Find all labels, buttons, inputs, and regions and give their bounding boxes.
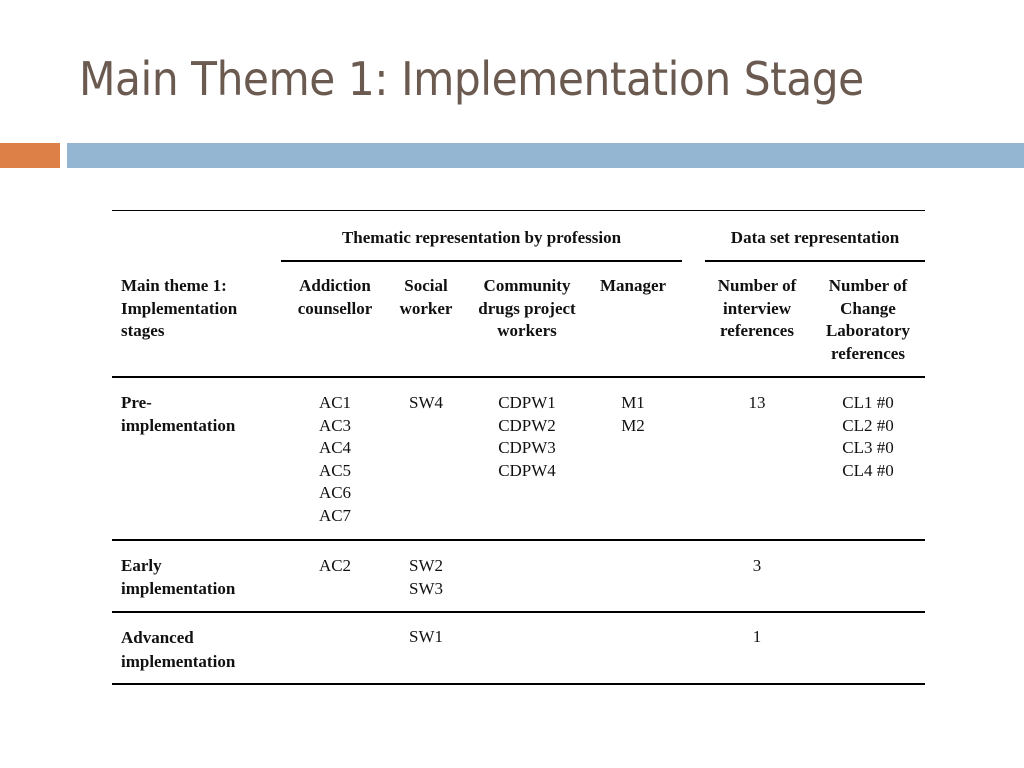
cell-social-worker: SW2 SW3 <box>409 556 443 598</box>
cell-social-worker: SW1 <box>409 627 443 646</box>
dataset-group-rule <box>705 260 925 262</box>
cell-interview-refs: 3 <box>752 556 762 575</box>
cell-manager: M1 M2 <box>621 393 645 435</box>
column-header-cdpw: Community drugs project workers <box>478 276 576 340</box>
row-stage-label: Early implementation <box>121 556 236 598</box>
group-header-thematic: Thematic representation by profession <box>341 228 622 247</box>
cell-cdpw: CDPW1 CDPW2 CDPW3 CDPW4 <box>498 393 556 480</box>
table-top-rule <box>112 210 925 211</box>
row-divider <box>112 611 925 613</box>
cell-interview-refs: 13 <box>748 393 766 412</box>
implementation-table: Thematic representation by profession Da… <box>0 0 1024 768</box>
row-divider <box>112 539 925 541</box>
row-stage-label: Advanced implementation <box>121 628 236 671</box>
row-stage-label: Pre- implementation <box>121 393 236 435</box>
thematic-group-rule <box>281 260 682 262</box>
table-bottom-rule <box>112 683 925 685</box>
cell-cl-refs: CL1 #0 CL2 #0 CL3 #0 CL4 #0 <box>842 393 894 480</box>
cell-addiction-counsellor: AC2 <box>318 556 352 575</box>
column-header-interview-refs: Number of interview references <box>717 276 797 340</box>
column-header-stage: Main theme 1: Implementation stages <box>121 276 238 340</box>
column-header-manager: Manager <box>599 276 667 295</box>
cell-social-worker: SW4 <box>409 393 443 412</box>
cell-addiction-counsellor: AC1 AC3 AC4 AC5 AC6 AC7 <box>318 393 352 525</box>
header-bottom-rule <box>112 376 925 378</box>
column-header-addiction-counsellor: Addiction counsellor <box>297 276 373 318</box>
column-header-cl-refs: Number of Change Laboratory references <box>825 276 911 363</box>
group-header-dataset: Data set representation <box>730 228 900 247</box>
cell-interview-refs: 1 <box>752 627 762 646</box>
column-header-social-worker: Social worker <box>399 276 453 318</box>
